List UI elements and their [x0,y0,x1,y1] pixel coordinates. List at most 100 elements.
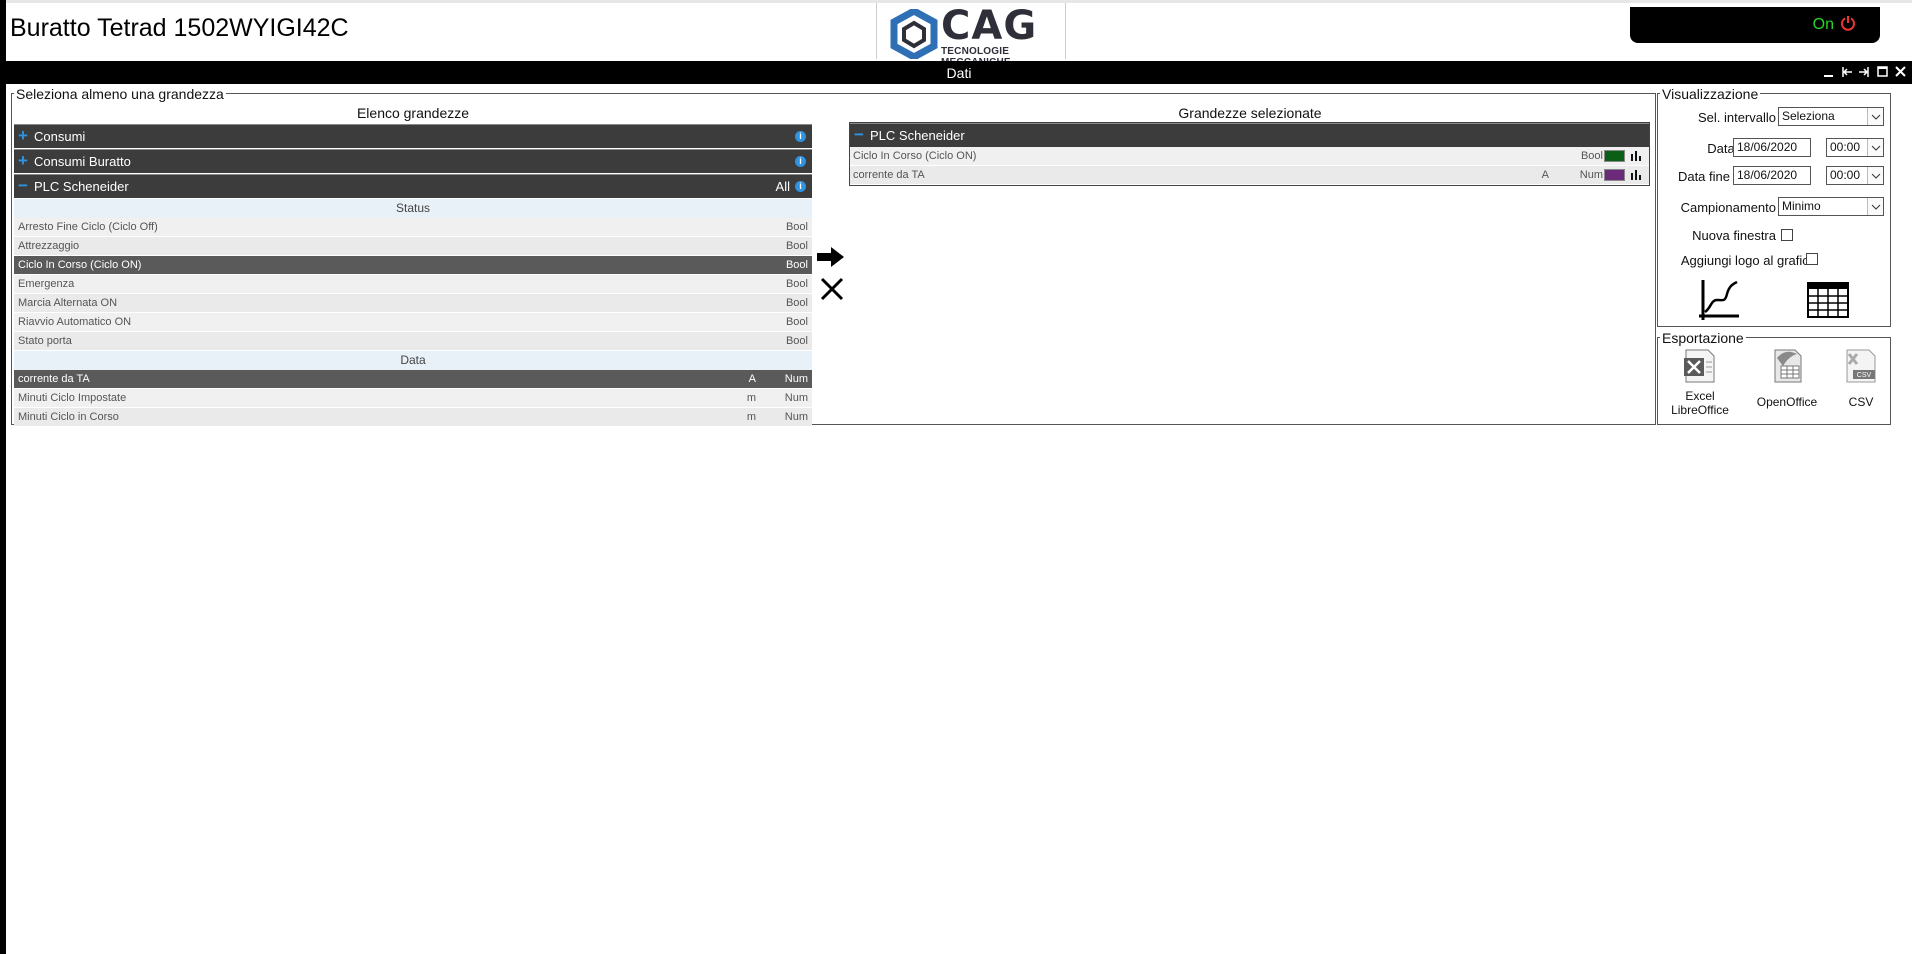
item-type: Bool [785,221,808,233]
color-swatch[interactable] [1604,169,1625,181]
selected-item[interactable]: Ciclo In Corso (Ciclo ON) Bool [850,147,1649,166]
item-name: Arresto Fine Ciclo (Ciclo Off) [18,221,158,233]
bar-chart-icon[interactable] [1631,151,1641,161]
expand-plus-icon[interactable]: + [18,126,28,146]
status-label: On [1812,16,1834,33]
item-type: Bool [785,335,808,347]
selected-item[interactable]: corrente da TA A Num [850,166,1649,185]
selection-legend: Seleziona almeno una grandezza [14,86,226,102]
list-item[interactable]: Attrezzaggio Bool [14,237,812,256]
item-type: Bool [1580,150,1603,162]
openoffice-label: OpenOffice [1756,395,1818,409]
item-name: Minuti Ciclo in Corso [18,411,119,423]
info-icon[interactable]: i [795,131,806,142]
end-time-select[interactable]: 00:00 [1826,166,1884,185]
item-name: Emergenza [18,278,75,290]
logo-hex-icon [890,9,938,59]
color-swatch[interactable] [1604,150,1625,162]
libreoffice-label: LibreOffice [1671,403,1729,417]
interval-value: Seleziona [1782,109,1835,123]
item-name: Riavvio Automatico ON [18,316,132,328]
item-unit: A [1541,169,1549,181]
table-icon[interactable] [1807,282,1849,318]
group-consumi-buratto[interactable]: + Consumi Buratto i [14,149,812,173]
item-unit: A [748,373,756,385]
dock-left-icon[interactable] [1839,64,1854,80]
available-list: + Consumi i + Consumi Buratto i − PLC Sc… [14,124,812,427]
item-type: Bool [785,297,808,309]
csv-label: CSV [1848,395,1874,409]
item-type: Num [1579,169,1603,181]
selected-group-plc-scheneider[interactable]: − PLC Scheneider [850,123,1649,147]
group-consumi[interactable]: + Consumi i [14,124,812,148]
new-window-checkbox[interactable] [1781,229,1793,241]
app-window: Buratto Tetrad 1502WYIGI42C CAG TECNOLOG… [0,0,1912,954]
list-item[interactable]: Marcia Alternata ON Bool [14,294,812,313]
item-name: Minuti Ciclo Impostate [18,392,127,404]
list-item-selected[interactable]: corrente da TA A Num [14,370,812,389]
info-icon[interactable]: i [795,156,806,167]
add-logo-label: Aggiungi logo al grafico [1680,253,1816,268]
export-excel-button[interactable]: Excel LibreOffice [1664,346,1736,417]
item-unit: m [746,411,756,423]
add-arrow-icon[interactable] [816,245,846,269]
end-date-input[interactable]: 18/06/2020 [1733,166,1811,185]
maximize-icon[interactable] [1875,64,1890,80]
list-item[interactable]: Riavvio Automatico ON Bool [14,313,812,332]
collapse-minus-icon[interactable]: − [18,176,28,196]
list-item-selected[interactable]: Ciclo In Corso (Ciclo ON) Bool [14,256,812,275]
end-date-label: Data fine [1677,169,1730,184]
list-item[interactable]: Minuti Ciclo in Corso m Num [14,408,812,427]
start-time-select[interactable]: 00:00 [1826,138,1884,157]
openoffice-icon [1774,349,1802,383]
info-icon[interactable]: i [795,181,806,192]
csv-icon: CSV [1846,349,1876,383]
export-csv-button[interactable]: CSV CSV [1836,346,1886,409]
list-item[interactable]: Emergenza Bool [14,275,812,294]
list-item[interactable]: Minuti Ciclo Impostate m Num [14,389,812,408]
item-name: Stato porta [18,335,72,347]
excel-icon [1684,349,1715,383]
csv-icon-text: CSV [1857,372,1872,379]
chevron-down-icon[interactable] [1867,167,1883,184]
dock-right-icon[interactable] [1857,64,1872,80]
page-title: Buratto Tetrad 1502WYIGI42C [10,14,349,42]
excel-label: Excel [1685,389,1715,403]
item-type: Bool [785,278,808,290]
bar-chart-icon[interactable] [1631,170,1641,180]
chevron-down-icon[interactable] [1867,139,1883,156]
item-type: Bool [785,259,808,271]
visualization-legend: Visualizzazione [1660,86,1761,102]
item-type: Num [784,392,808,404]
item-name: Ciclo In Corso (Ciclo ON) [18,259,142,271]
remove-x-icon[interactable] [819,276,845,302]
list-item[interactable]: Stato porta Bool [14,332,812,351]
sampling-select[interactable]: Minimo [1778,197,1884,216]
expand-plus-icon[interactable]: + [18,151,28,171]
sampling-value: Minimo [1782,199,1821,213]
left-edge [0,0,6,954]
export-openoffice-button[interactable]: OpenOffice [1750,346,1824,409]
chevron-down-icon[interactable] [1867,198,1883,215]
item-name: corrente da TA [18,373,90,385]
panel-title-bar: Dati [6,61,1912,84]
minimize-icon[interactable] [1821,64,1836,80]
section-header-data: Data [14,351,812,370]
available-list-title: Elenco grandezze [356,105,470,121]
line-chart-icon[interactable] [1697,278,1741,322]
collapse-minus-icon[interactable]: − [854,125,864,145]
start-date-input[interactable]: 18/06/2020 [1733,138,1811,157]
add-logo-checkbox[interactable] [1806,253,1818,265]
chevron-down-icon[interactable] [1867,108,1883,125]
interval-select[interactable]: Seleziona [1778,107,1884,126]
select-all-link[interactable]: All [776,179,790,194]
close-icon[interactable] [1893,64,1908,80]
power-icon[interactable] [1840,15,1856,31]
item-type: Num [784,411,808,423]
item-name: Marcia Alternata ON [18,297,118,309]
group-plc-scheneider[interactable]: − PLC Scheneider All i [14,174,812,198]
item-name: Ciclo In Corso (Ciclo ON) [853,150,977,162]
list-item[interactable]: Arresto Fine Ciclo (Ciclo Off) Bool [14,218,812,237]
item-name: corrente da TA [853,169,925,181]
company-logo: CAG TECNOLOGIE MECCANICHE [876,3,1066,68]
